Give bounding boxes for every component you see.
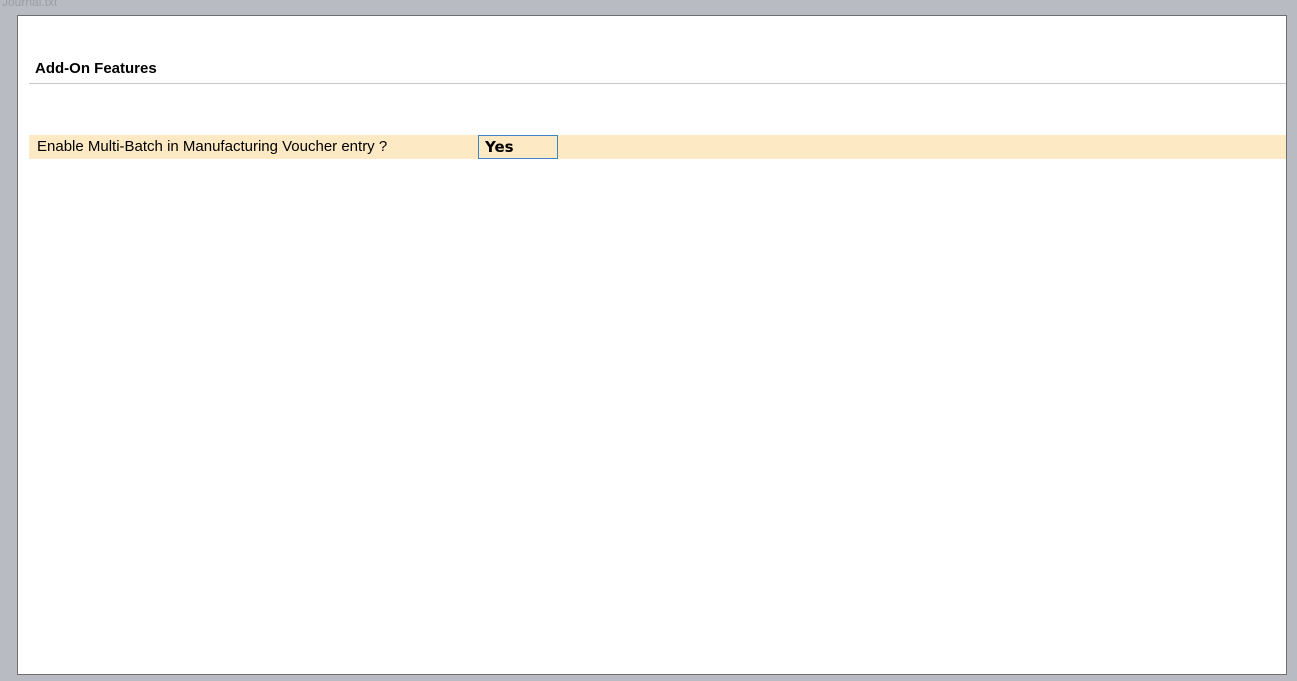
add-on-features-panel: Add-On Features Enable Multi-Batch in Ma… [17,15,1287,675]
background-window-title: Journal.txt [2,0,58,9]
multi-batch-option-label: Enable Multi-Batch in Manufacturing Vouc… [37,138,388,155]
title-divider [29,83,1286,84]
multi-batch-option-row: Enable Multi-Batch in Manufacturing Vouc… [29,135,1286,159]
section-title: Add-On Features [35,60,157,77]
multi-batch-yes-no-field[interactable]: Yes [478,135,558,159]
